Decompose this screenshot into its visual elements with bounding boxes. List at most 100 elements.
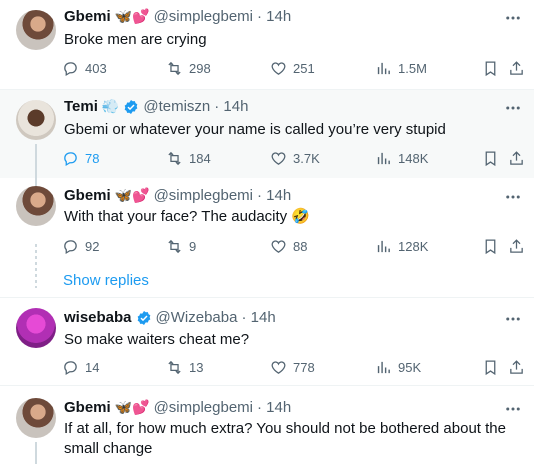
name-emoji: 💨	[101, 98, 120, 115]
tweet-text: If at all, for how much extra? You shoul…	[64, 420, 506, 457]
views-icon	[377, 152, 390, 164]
tweet-1[interactable]: Gbemi 🦋💕 @simplegbemi · 14h Broke men ar…	[0, 0, 534, 88]
name-emoji: 🦋💕	[114, 187, 150, 204]
reply-button[interactable]: 403	[62, 58, 107, 78]
views-button[interactable]: 95K	[375, 357, 421, 377]
share-button[interactable]	[508, 148, 526, 168]
more-icon[interactable]	[504, 9, 522, 27]
avatar[interactable]	[16, 308, 56, 348]
view-count: 128K	[398, 238, 429, 254]
heart-icon	[271, 151, 286, 165]
like-button[interactable]: 778	[270, 357, 315, 377]
tweet-2[interactable]: Temi 💨 @temiszn · 14h Gbemi or whatever …	[0, 90, 534, 178]
bookmark-icon	[485, 359, 496, 375]
like-count: 88	[293, 238, 308, 254]
tweet-text: Gbemi or whatever your name is called yo…	[64, 121, 446, 138]
tweet-time[interactable]: · 14h	[241, 309, 275, 326]
retweet-button[interactable]: 9	[166, 236, 196, 256]
more-icon[interactable]	[504, 310, 522, 328]
avatar[interactable]	[16, 398, 56, 438]
name-emoji: 🦋💕	[114, 399, 150, 416]
retweet-count: 298	[189, 60, 211, 76]
views-icon	[377, 62, 390, 74]
bookmark-button[interactable]	[482, 357, 500, 377]
view-count: 1.5M	[398, 60, 427, 76]
reply-button[interactable]: 92	[62, 236, 99, 256]
views-button[interactable]: 128K	[375, 236, 428, 256]
bookmark-icon	[485, 150, 496, 166]
reply-button[interactable]: 78	[62, 148, 99, 168]
share-icon	[510, 359, 523, 374]
retweet-icon	[168, 151, 181, 165]
verified-badge-icon[interactable]	[136, 310, 152, 326]
view-count: 95K	[398, 359, 422, 375]
views-button[interactable]: 148K	[375, 148, 428, 168]
bookmark-button[interactable]	[482, 236, 500, 256]
more-icon[interactable]	[504, 400, 522, 418]
heart-icon	[271, 239, 286, 253]
like-count: 778	[293, 359, 315, 375]
tweet-time[interactable]: · 14h	[257, 399, 291, 416]
bookmark-icon	[485, 60, 496, 76]
tweet-text: Broke men are crying	[64, 31, 207, 48]
author-handle[interactable]: @simplegbemi	[154, 8, 253, 25]
retweet-count: 13	[189, 359, 204, 375]
reply-icon	[64, 360, 77, 375]
bookmark-icon	[485, 238, 496, 254]
more-icon[interactable]	[504, 188, 522, 206]
reply-icon	[64, 61, 77, 76]
reply-count: 14	[85, 359, 100, 375]
like-button[interactable]: 3.7K	[270, 148, 320, 168]
like-count: 251	[293, 60, 315, 76]
tweet-text: With that your face? The audacity 🤣	[64, 208, 311, 225]
author-name[interactable]: Gbemi	[64, 399, 111, 416]
tweet-text: So make waiters cheat me?	[64, 331, 250, 348]
like-button[interactable]: 88	[270, 236, 307, 256]
avatar[interactable]	[16, 10, 56, 50]
share-button[interactable]	[508, 58, 526, 78]
avatar[interactable]	[16, 100, 56, 140]
share-icon	[510, 238, 523, 253]
tweet-time[interactable]: · 14h	[257, 187, 291, 204]
author-handle[interactable]: @simplegbemi	[154, 399, 253, 416]
reply-count: 78	[85, 150, 100, 166]
retweet-button[interactable]: 13	[166, 357, 203, 377]
tweet-3[interactable]: Gbemi 🦋💕 @simplegbemi · 14h With that yo…	[0, 178, 534, 288]
retweet-button[interactable]: 184	[166, 148, 211, 168]
more-icon[interactable]	[504, 99, 522, 117]
reply-button[interactable]: 14	[62, 357, 99, 377]
tweet-5[interactable]: Gbemi 🦋💕 @simplegbemi · 14h If at all, f…	[0, 386, 534, 464]
reply-count: 403	[85, 60, 107, 76]
share-button[interactable]	[508, 236, 526, 256]
verified-badge-icon[interactable]	[123, 99, 139, 115]
retweet-count: 184	[189, 150, 211, 166]
share-button[interactable]	[508, 357, 526, 377]
bookmark-button[interactable]	[482, 148, 500, 168]
reply-icon	[64, 239, 77, 254]
name-emoji: 🦋💕	[114, 8, 150, 25]
retweet-icon	[168, 61, 181, 75]
author-name[interactable]: Temi	[64, 98, 98, 115]
like-button[interactable]: 251	[270, 58, 315, 78]
retweet-icon	[168, 360, 181, 374]
thread-line	[35, 178, 37, 186]
tweet-time[interactable]: · 14h	[214, 98, 248, 115]
author-handle[interactable]: @Wizebaba	[156, 309, 238, 326]
retweet-button[interactable]: 298	[166, 58, 211, 78]
avatar[interactable]	[16, 186, 56, 226]
tweet-4[interactable]: wisebaba @Wizebaba · 14h So make waiters…	[0, 298, 534, 384]
tweet-time[interactable]: · 14h	[257, 8, 291, 25]
author-handle[interactable]: @simplegbemi	[154, 187, 253, 204]
author-name[interactable]: Gbemi	[64, 187, 111, 204]
show-replies-link[interactable]: Show replies	[63, 272, 149, 289]
author-name[interactable]: Gbemi	[64, 8, 111, 25]
author-name[interactable]: wisebaba	[64, 309, 132, 326]
views-button[interactable]: 1.5M	[375, 58, 427, 78]
bookmark-button[interactable]	[482, 58, 500, 78]
heart-icon	[271, 360, 286, 374]
heart-icon	[271, 61, 286, 75]
thread-line	[35, 442, 37, 464]
views-icon	[377, 361, 390, 373]
share-icon	[510, 150, 523, 165]
author-handle[interactable]: @temiszn	[143, 98, 210, 115]
